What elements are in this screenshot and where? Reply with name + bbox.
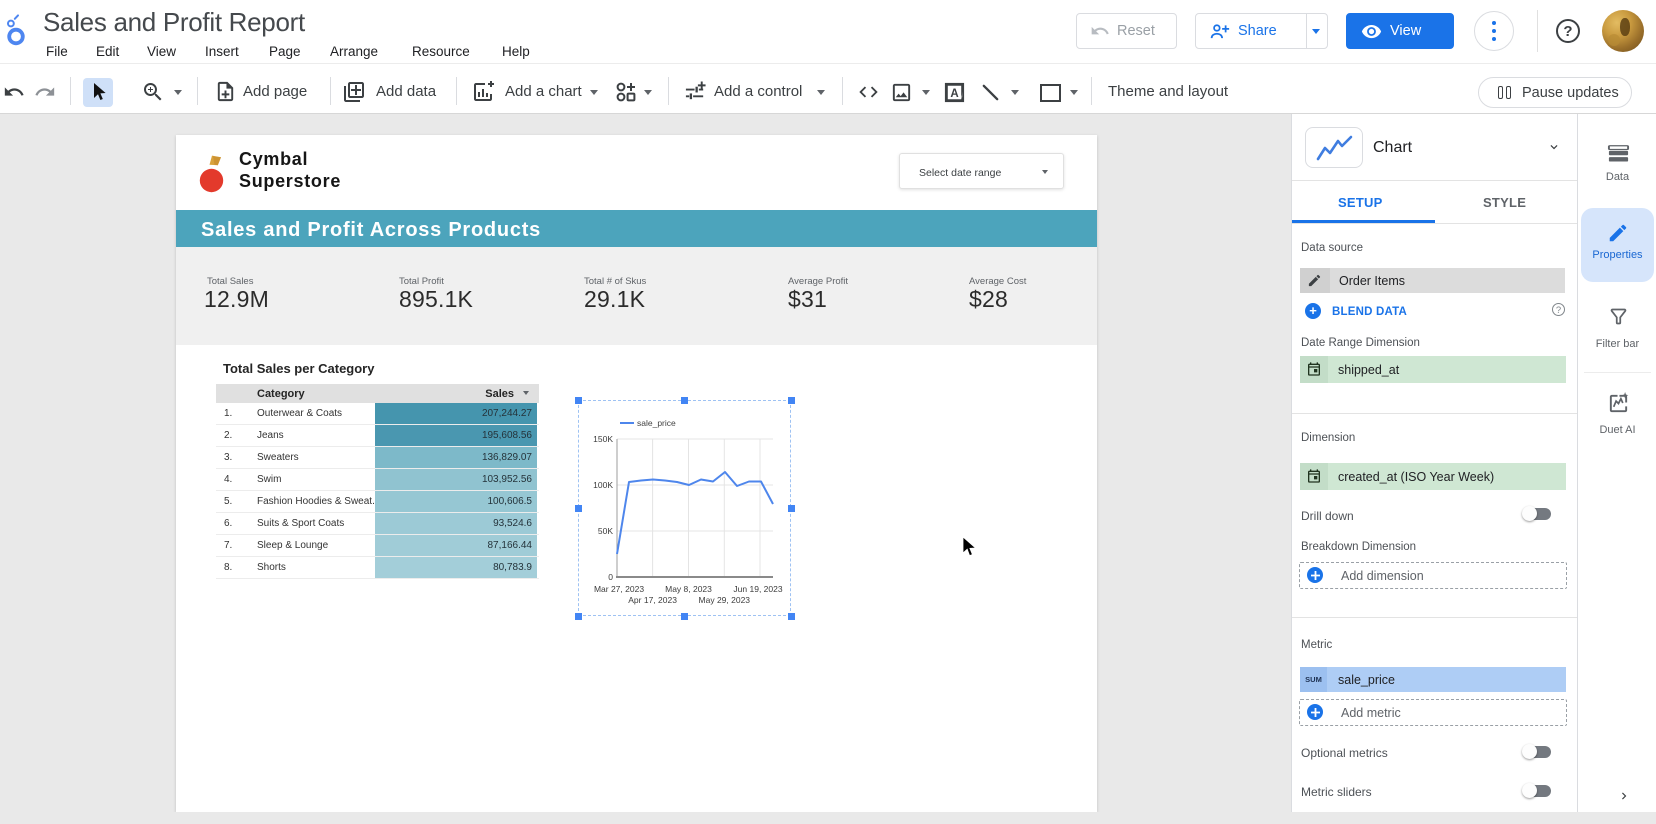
svg-text:May 29, 2023: May 29, 2023	[699, 595, 751, 605]
svg-text:100K: 100K	[593, 480, 613, 490]
svg-text:A: A	[950, 88, 958, 100]
svg-text:Apr 17, 2023: Apr 17, 2023	[628, 595, 677, 605]
svg-text:sale_price: sale_price	[637, 418, 676, 428]
svg-text:50K: 50K	[598, 526, 613, 536]
svg-text:150K: 150K	[593, 434, 613, 444]
svg-text:Jun 19, 2023: Jun 19, 2023	[733, 584, 782, 594]
svg-text:Mar 27, 2023: Mar 27, 2023	[594, 584, 644, 594]
svg-text:May 8, 2023: May 8, 2023	[665, 584, 712, 594]
svg-text:0: 0	[608, 572, 613, 582]
